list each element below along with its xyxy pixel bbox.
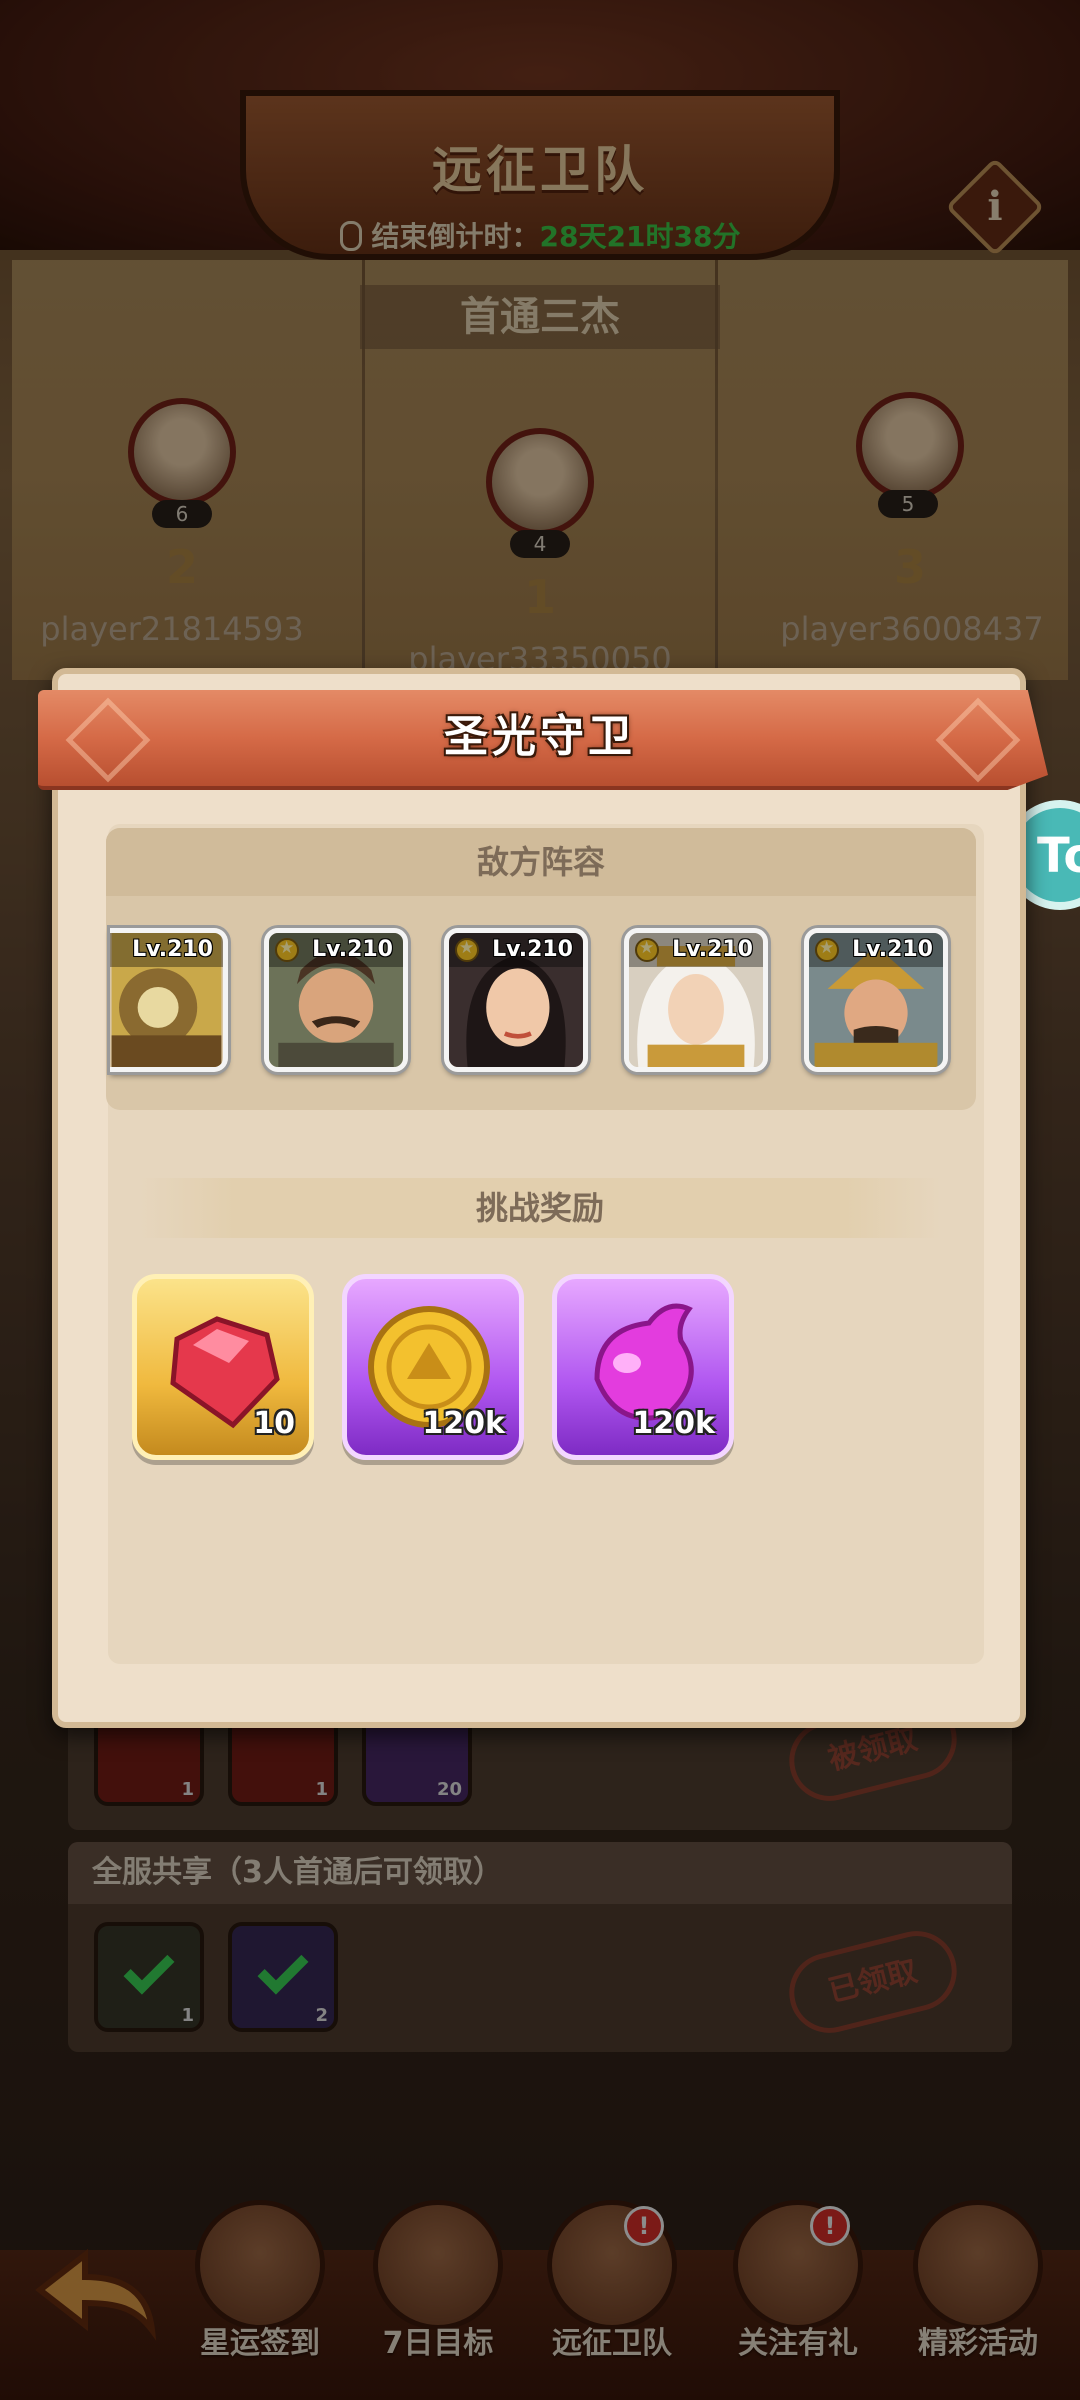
reward-quantity: 120k — [422, 1406, 505, 1441]
modal-title: 圣光守卫 — [444, 711, 636, 762]
enemy-hero-card[interactable]: Lv.210 — [444, 928, 588, 1072]
reward-ruby[interactable]: 10 — [132, 1274, 314, 1460]
reward-purple-potion[interactable]: 120k — [552, 1274, 734, 1460]
side-float-label: To — [1037, 828, 1080, 884]
enemy-hero-card[interactable]: Lv.210 — [624, 928, 768, 1072]
hero-level: Lv.210 — [629, 933, 763, 967]
hero-level: Lv.210 — [110, 933, 223, 967]
hero-level: Lv.210 — [449, 933, 583, 967]
enemy-hero-card[interactable]: Lv.210 — [264, 928, 408, 1072]
reward-section-title: 挑战奖励 — [138, 1178, 942, 1238]
reward-quantity: 10 — [253, 1406, 295, 1441]
reward-quantity: 120k — [632, 1406, 715, 1441]
reward-gold-coin[interactable]: 120k — [342, 1274, 524, 1460]
enemy-section-title: 敌方阵容 — [106, 828, 976, 896]
hero-level: Lv.210 — [269, 933, 403, 967]
enemy-hero-card[interactable]: Lv.210 — [110, 928, 228, 1072]
hero-level: Lv.210 — [809, 933, 943, 967]
enemy-hero-card[interactable]: Lv.210 — [804, 928, 948, 1072]
